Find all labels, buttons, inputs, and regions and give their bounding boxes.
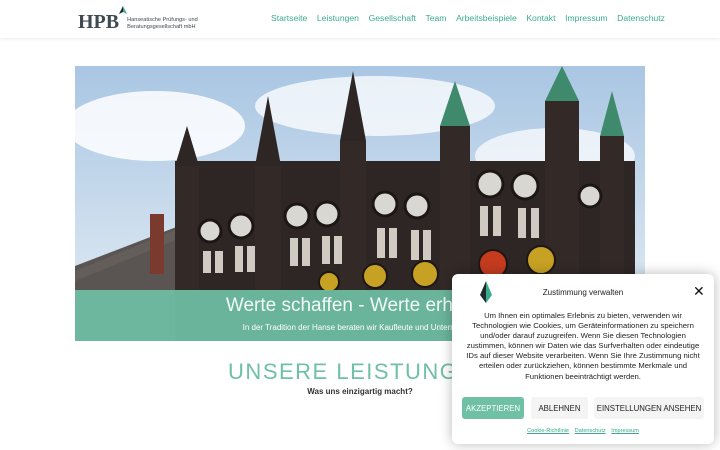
- logo-subtitle-line1: Hanseatische Prüfungs- und: [127, 17, 198, 23]
- nav-leistungen[interactable]: Leistungen: [317, 13, 359, 23]
- logo-text: HPB: [78, 11, 120, 33]
- imprint-link[interactable]: Impressum: [611, 428, 639, 434]
- main-nav: Startseite Leistungen Gesellschaft Team …: [271, 13, 675, 23]
- view-settings-button[interactable]: Einstellungen ansehen: [594, 397, 704, 419]
- logo-subtitle: Hanseatische Prüfungs- und Beratungsgese…: [127, 17, 198, 32]
- nav-team[interactable]: Team: [425, 13, 446, 23]
- nav-kontakt[interactable]: Kontakt: [526, 13, 555, 23]
- cookie-consent-dialog: Zustimmung verwalten ✕ Um Ihnen ein opti…: [452, 274, 714, 444]
- logo-arrow-icon: [119, 6, 127, 14]
- consent-text: Um Ihnen ein optimales Erlebnis zu biete…: [466, 311, 700, 381]
- nav-impressum[interactable]: Impressum: [565, 13, 608, 23]
- privacy-link[interactable]: Datenschutz: [575, 428, 606, 434]
- nav-arbeitsbeispiele[interactable]: Arbeitsbeispiele: [456, 13, 517, 23]
- close-icon[interactable]: ✕: [693, 284, 705, 298]
- site-logo[interactable]: HPB Hanseatische Prüfungs- und Beratungs…: [78, 6, 198, 32]
- cookie-policy-link[interactable]: Cookie-Richtlinie: [527, 428, 569, 434]
- site-header: HPB Hanseatische Prüfungs- und Beratungs…: [0, 0, 720, 38]
- nav-datenschutz[interactable]: Datenschutz: [617, 13, 665, 23]
- deny-button[interactable]: Ablehnen: [531, 397, 588, 419]
- consent-title: Zustimmung verwalten: [542, 288, 624, 297]
- nav-gesellschaft[interactable]: Gesellschaft: [369, 13, 416, 23]
- consent-links: Cookie-Richtlinie Datenschutz Impressum: [452, 428, 714, 434]
- accept-button[interactable]: Akzeptieren: [462, 397, 524, 419]
- logo-subtitle-line2: Beratungsgesellschaft mbH: [127, 23, 196, 30]
- nav-startseite[interactable]: Startseite: [271, 13, 307, 23]
